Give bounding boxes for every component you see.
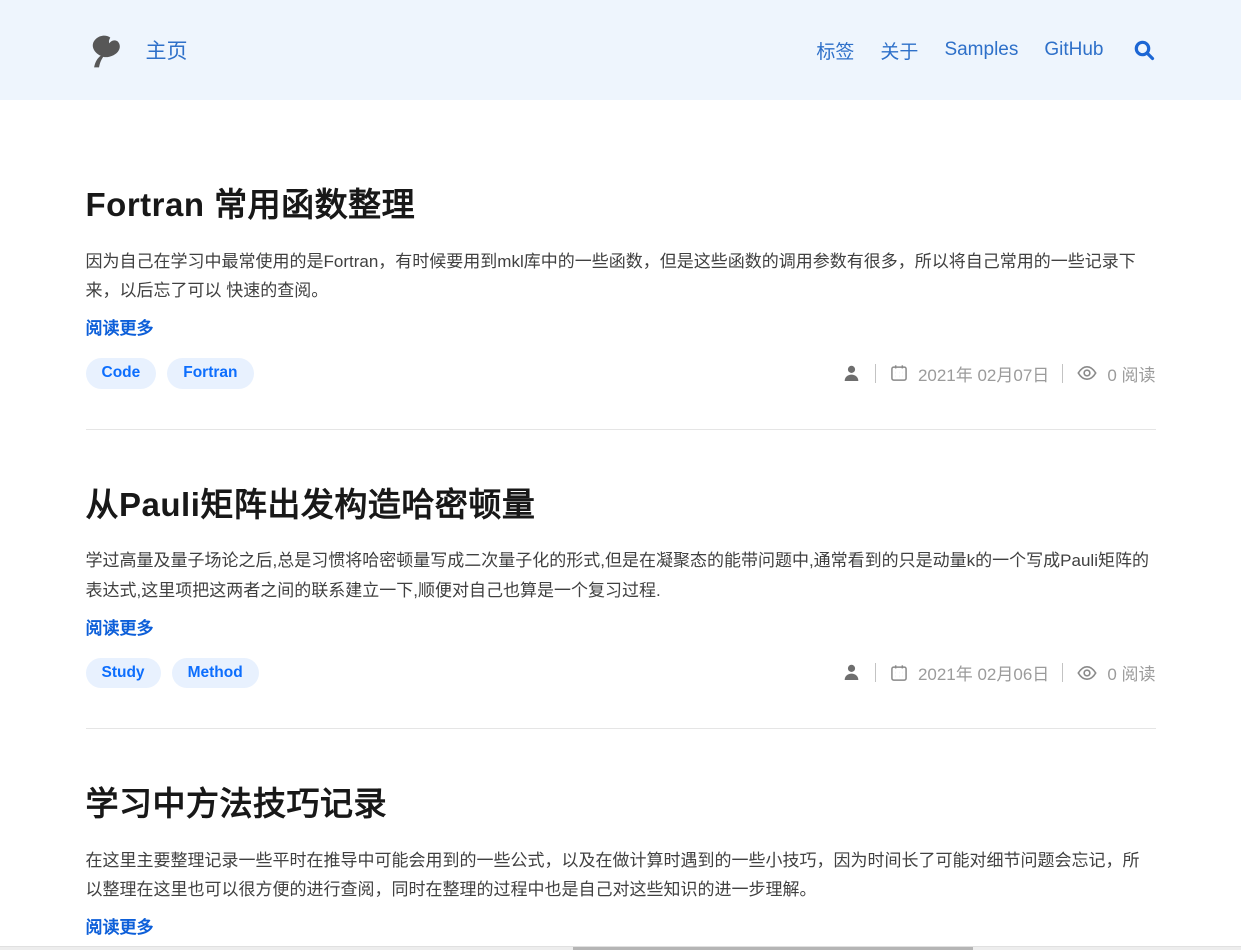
meta-separator xyxy=(1062,663,1064,683)
nav-link-about[interactable]: 关于 xyxy=(880,37,918,64)
nav-link-tags[interactable]: 标签 xyxy=(816,37,854,64)
post-title-link[interactable]: 从Pauli矩阵出发构造哈密顿量 xyxy=(86,484,536,527)
post-meta: 2021年 02月06日 0 阅读 xyxy=(841,660,1156,685)
search-icon[interactable] xyxy=(1132,38,1156,62)
post-card: Fortran 常用函数整理 因为自己在学习中最常使用的是Fortran，有时候… xyxy=(85,130,1156,430)
post-card: 学习中方法技巧记录 在这里主要整理记录一些平时在推导中可能会用到的一些公式，以及… xyxy=(86,729,1156,950)
tag-pill[interactable]: Study xyxy=(85,657,161,688)
views-icon xyxy=(1076,362,1098,384)
tag-list: Code Fortran xyxy=(85,358,254,389)
calendar-icon xyxy=(889,363,909,383)
post-list: Fortran 常用函数整理 因为自己在学习中最常使用的是Fortran，有时候… xyxy=(85,100,1156,950)
tag-pill[interactable]: Method xyxy=(171,657,259,688)
post-excerpt: 在这里主要整理记录一些平时在推导中可能会用到的一些公式，以及在做计算时遇到的一些… xyxy=(85,850,1140,900)
post-title-link[interactable]: 学习中方法技巧记录 xyxy=(86,783,388,826)
post-title-link[interactable]: Fortran 常用函数整理 xyxy=(86,184,416,227)
post-date: 2021年 02月06日 xyxy=(917,665,1050,685)
tag-pill[interactable]: Code xyxy=(85,358,157,389)
read-more-link[interactable]: 阅读更多 xyxy=(86,614,154,639)
meta-separator xyxy=(1062,363,1064,383)
meta-separator xyxy=(874,663,876,683)
post-views: 0 阅读 xyxy=(1107,365,1156,385)
author-icon xyxy=(841,662,862,683)
nav-link-github[interactable]: GitHub xyxy=(1044,39,1103,61)
tag-list: Study Method xyxy=(85,657,259,688)
nav-home-link[interactable]: 主页 xyxy=(146,35,188,65)
nav-link-samples[interactable]: Samples xyxy=(944,39,1018,61)
post-excerpt: 学过高量及量子场论之后,总是习惯将哈密顿量写成二次量子化的形式,但是在凝聚态的能… xyxy=(85,551,1149,600)
calendar-icon xyxy=(889,663,909,683)
post-meta: 2021年 02月07日 0 阅读 xyxy=(841,361,1156,386)
views-icon xyxy=(1076,662,1098,684)
ginkgo-leaf-icon[interactable] xyxy=(86,31,123,69)
author-icon xyxy=(841,363,862,384)
nav-menu: 标签 关于 Samples GitHub xyxy=(790,37,1155,64)
read-more-link[interactable]: 阅读更多 xyxy=(86,314,154,339)
tag-pill[interactable]: Fortran xyxy=(167,358,254,389)
meta-separator xyxy=(874,363,876,383)
post-excerpt: 因为自己在学习中最常使用的是Fortran，有时候要用到mkl库中的一些函数，但… xyxy=(85,251,1136,301)
read-more-link[interactable]: 阅读更多 xyxy=(86,913,154,938)
post-views: 0 阅读 xyxy=(1107,665,1156,685)
navbar: 主页 标签 关于 Samples GitHub xyxy=(0,0,1241,100)
post-date: 2021年 02月07日 xyxy=(917,365,1050,385)
post-card: 从Pauli矩阵出发构造哈密顿量 学过高量及量子场论之后,总是习惯将哈密顿量写成… xyxy=(85,430,1156,729)
brand: 主页 xyxy=(86,31,188,69)
horizontal-scrollbar[interactable] xyxy=(0,946,1241,950)
